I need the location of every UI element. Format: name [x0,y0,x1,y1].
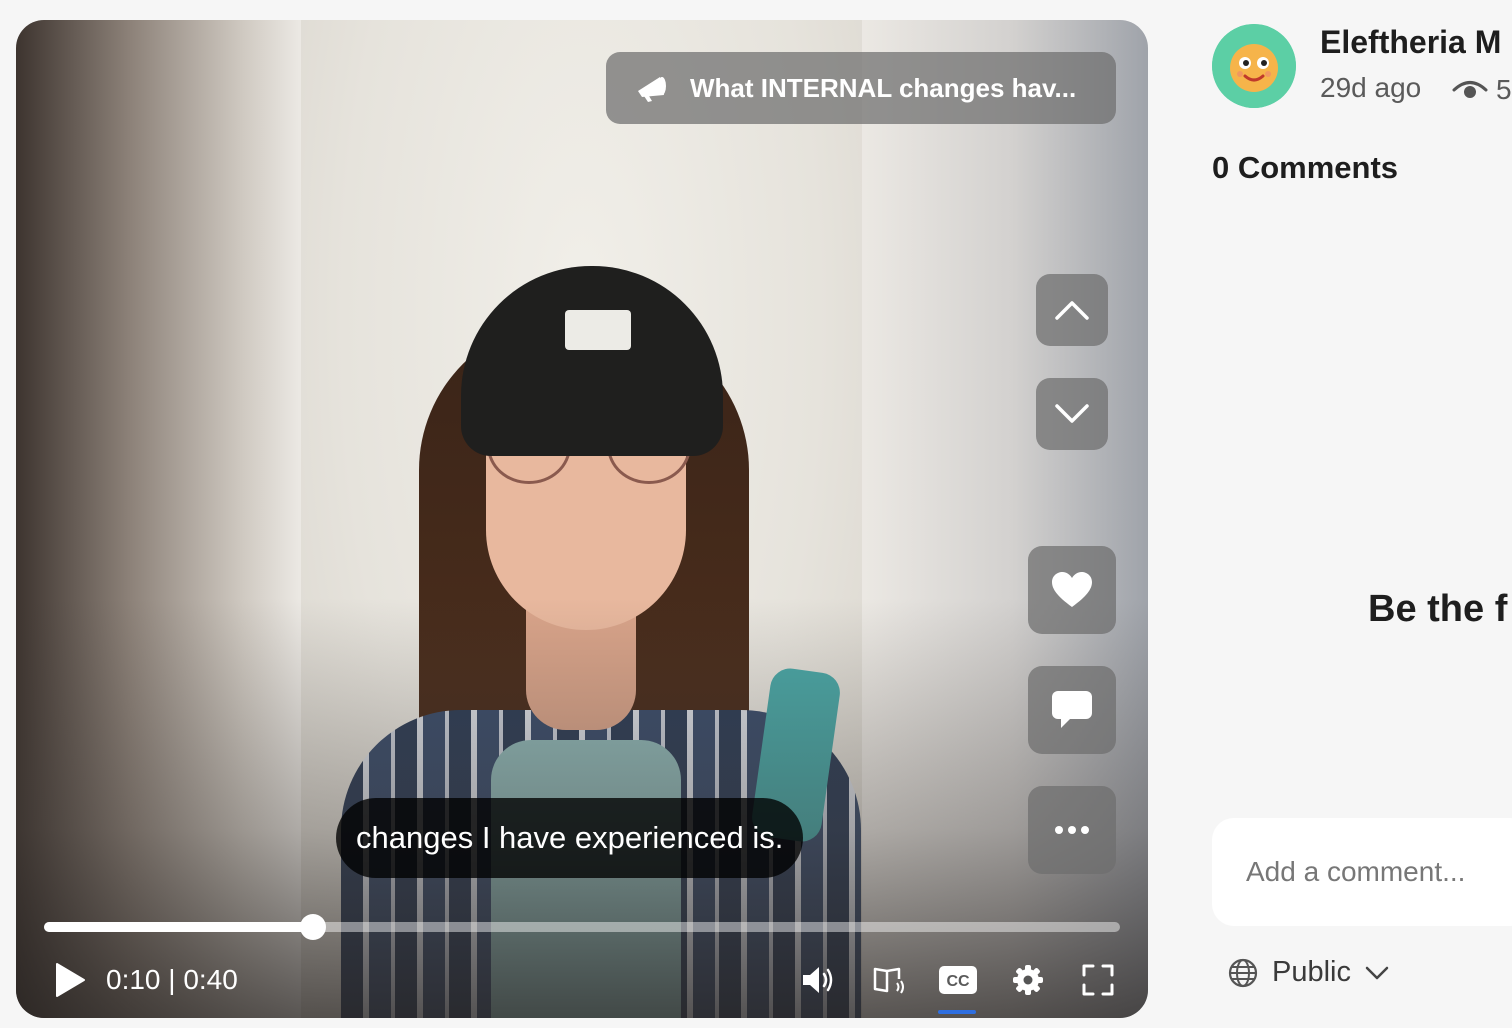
play-icon [56,963,85,997]
view-count-value: 5 [1496,74,1512,105]
prompt-title-bar[interactable]: What INTERNAL changes hav... [606,52,1116,124]
author-name[interactable]: Eleftheria M [1320,24,1501,61]
comment-button[interactable] [1028,666,1116,754]
comments-empty-state: Be the f [1368,588,1508,630]
video-player[interactable]: What INTERNAL changes hav... changes I h… [16,20,1148,1018]
audio-description-button[interactable] [868,958,912,1002]
volume-icon [803,967,833,993]
post-age: 29d ago [1320,72,1422,103]
comment-input[interactable] [1246,848,1512,896]
video-beanie-tag [565,310,631,350]
globe-icon [1228,958,1258,987]
volume-button[interactable] [798,958,838,1002]
megaphone-icon [638,77,666,102]
comment-icon [1052,691,1092,728]
chevron-up-icon [1055,301,1089,320]
audio-description-icon [873,967,904,994]
cc-icon: CC [939,966,977,994]
like-button[interactable] [1028,546,1116,634]
cc-active-indicator [938,1010,976,1014]
settings-button[interactable] [1008,958,1048,1002]
author-avatar[interactable] [1212,24,1296,108]
next-video-button[interactable] [1036,378,1108,450]
video-caption: changes I have experienced is. [336,798,804,878]
comment-input-container[interactable] [1212,818,1512,926]
chevron-down-icon [1055,404,1089,423]
progress-fill [44,922,313,932]
chevron-down-icon [1365,966,1389,979]
visibility-label: Public [1272,956,1351,988]
fullscreen-button[interactable] [1078,958,1118,1002]
visibility-selector[interactable]: Public [1228,956,1389,989]
smiley-avatar-icon [1212,24,1296,108]
previous-video-button[interactable] [1036,274,1108,346]
view-count: 5 [1452,74,1512,106]
more-icon [1055,826,1089,834]
progress-bar[interactable] [44,914,1120,940]
heart-icon [1052,572,1092,607]
prompt-title-text: What INTERNAL changes hav... [690,72,1077,103]
time-display: 0:10 | 0:40 [106,964,238,995]
closed-captions-button[interactable]: CC [936,958,980,1014]
comments-count-title: 0 Comments [1212,150,1399,185]
eye-icon [1452,81,1488,98]
more-options-button[interactable] [1028,786,1116,874]
settings-icon [1013,965,1043,995]
play-button[interactable] [50,958,90,1002]
fullscreen-icon [1082,964,1114,996]
svg-text:CC: CC [946,973,970,990]
progress-scrubber-handle[interactable] [300,914,326,940]
